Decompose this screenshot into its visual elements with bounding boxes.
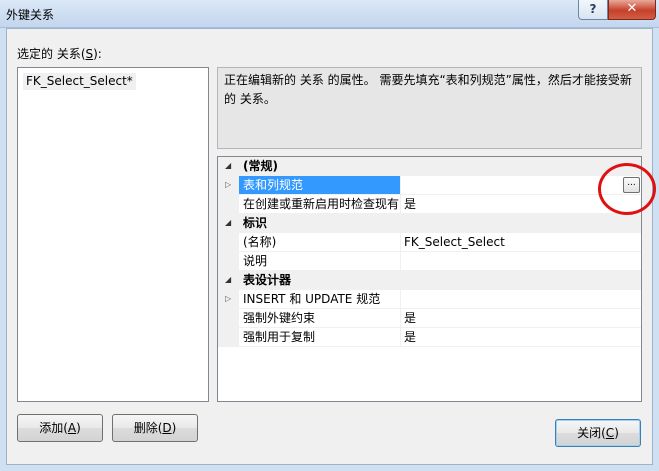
window-close-button[interactable]: ✕: [608, 0, 656, 20]
row-gutter: [218, 328, 239, 347]
expand-icon[interactable]: ▷: [225, 294, 231, 303]
row-gutter: [218, 233, 239, 252]
close-button[interactable]: 关闭(C): [555, 419, 641, 447]
relationship-list-item[interactable]: FK_Select_Select*: [23, 73, 136, 90]
property-name: 在创建或重新启用时检查现有: [239, 195, 400, 214]
help-icon: ?: [589, 2, 597, 16]
property-name: 强制用于复制: [239, 328, 400, 347]
collapse-icon[interactable]: ◢: [225, 161, 231, 170]
property-row-enforce-fk[interactable]: 强制外键约束 是: [218, 309, 641, 328]
collapse-icon[interactable]: ◢: [225, 275, 231, 284]
property-row-table-column-spec[interactable]: ▷ 表和列规范 ...: [218, 176, 641, 195]
category-general[interactable]: ◢ (常规): [218, 157, 641, 176]
property-name: 表和列规范: [239, 176, 400, 195]
help-button[interactable]: ?: [578, 0, 608, 20]
row-gutter: [218, 195, 239, 214]
dialog-body: 选定的 关系(S): FK_Select_Select* 正在编辑新的 关系 的…: [6, 28, 653, 465]
property-value[interactable]: [400, 252, 641, 271]
property-row-check-existing[interactable]: 在创建或重新启用时检查现有 是: [218, 195, 641, 214]
property-value[interactable]: [400, 290, 641, 309]
property-row-insert-update-spec[interactable]: ▷ INSERT 和 UPDATE 规范: [218, 290, 641, 309]
property-value[interactable]: 是: [400, 309, 641, 328]
property-name: (名称): [239, 233, 400, 252]
property-row-name[interactable]: (名称) FK_Select_Select: [218, 233, 641, 252]
close-icon: ✕: [626, 1, 638, 16]
row-gutter: [218, 309, 239, 328]
category-label: (常规): [239, 157, 400, 176]
selected-relationships-label: 选定的 关系(S):: [17, 47, 102, 61]
expand-icon[interactable]: ▷: [225, 180, 231, 189]
property-name: 强制外键约束: [239, 309, 400, 328]
property-name: INSERT 和 UPDATE 规范: [239, 290, 400, 309]
property-value[interactable]: 是: [400, 328, 641, 347]
category-label: 表设计器: [239, 271, 400, 290]
delete-button[interactable]: 删除(D): [112, 414, 198, 442]
property-grid[interactable]: ◢ (常规) ▷ 表和列规范 ... 在创建或重新启用时检查现有 是 ◢ 标识 …: [217, 156, 642, 402]
title-bar: 外键关系 ? ✕: [0, 0, 659, 28]
relationship-list[interactable]: FK_Select_Select*: [17, 67, 209, 402]
collapse-icon[interactable]: ◢: [225, 218, 231, 227]
property-row-enforce-replication[interactable]: 强制用于复制 是: [218, 328, 641, 347]
category-identity[interactable]: ◢ 标识: [218, 214, 641, 233]
annotation-circle: [598, 163, 656, 215]
category-table-designer[interactable]: ◢ 表设计器: [218, 271, 641, 290]
window-title: 外键关系: [6, 8, 55, 22]
row-gutter: [218, 252, 239, 271]
property-value[interactable]: FK_Select_Select: [400, 233, 641, 252]
description-panel: 正在编辑新的 关系 的属性。 需要先填充“表和列规范”属性，然后才能接受新的 关…: [217, 67, 642, 149]
property-row-description[interactable]: 说明: [218, 252, 641, 271]
add-button[interactable]: 添加(A): [17, 414, 103, 442]
property-name: 说明: [239, 252, 400, 271]
category-label: 标识: [239, 214, 400, 233]
